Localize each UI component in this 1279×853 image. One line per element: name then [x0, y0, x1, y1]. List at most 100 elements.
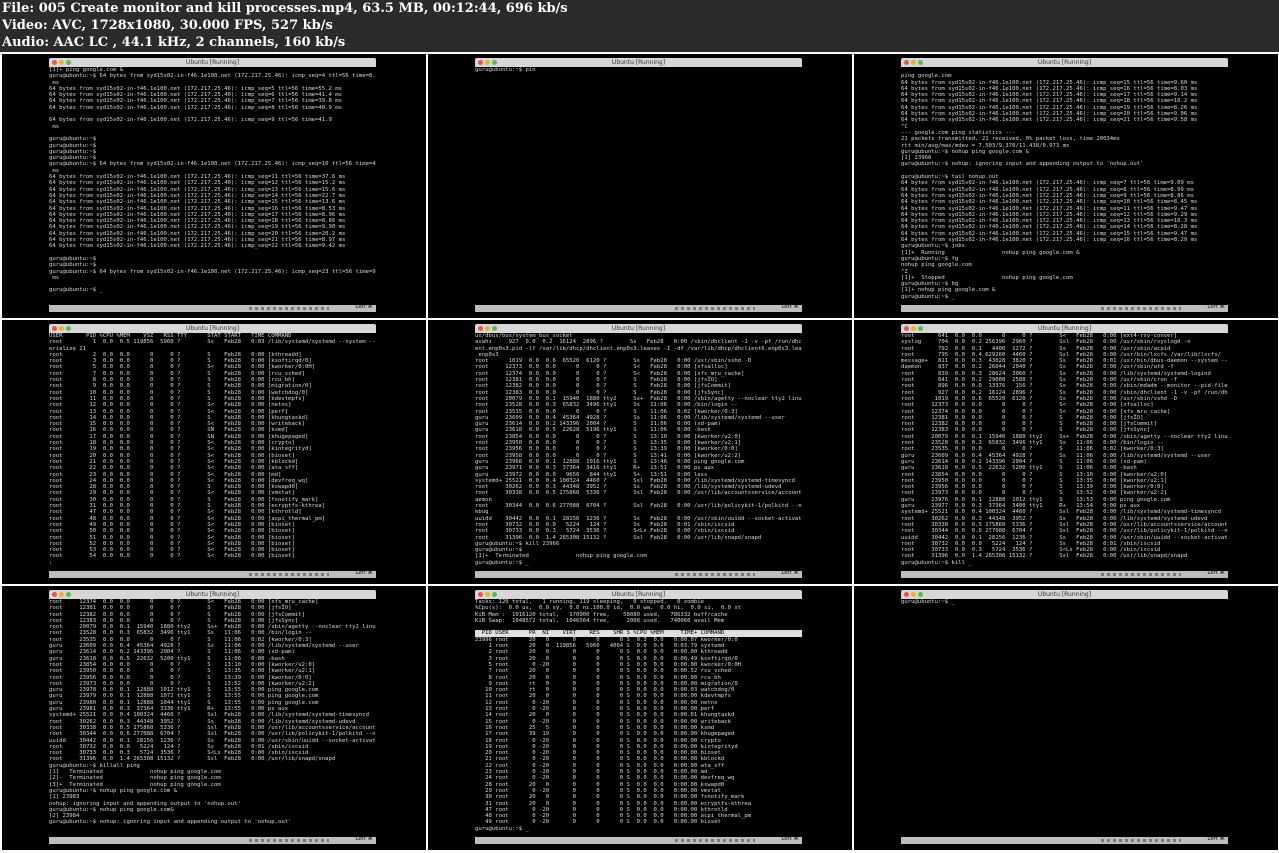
- terminal-line: guru 23609 0.0 0.4 45364 4928 ? Ss 11:06…: [901, 452, 1211, 459]
- terminal-line: guru@ubuntu:~$ _: [475, 559, 529, 566]
- vm-device-icons[interactable]: [249, 573, 329, 576]
- terminal-line: guru@ubuntu:~$ 64 bytes from syd15s02-in…: [49, 161, 376, 168]
- vm-statusbar: Left ⌘: [901, 836, 1228, 844]
- terminal-line: guru@ubuntu:~$ _: [475, 825, 529, 832]
- terminal-line: 64 bytes from syd15s02-in-f46.1e100.net …: [901, 180, 1194, 187]
- terminal-line: syslog 704 0.0 0.2 256396 2960 ? Ssl Feb…: [901, 339, 1191, 346]
- terminal-line: 64 bytes from syd15s02-in-f46.1e100.net …: [49, 224, 346, 231]
- vm-titlebar: Ubuntu [Running]: [901, 590, 1228, 599]
- thumbnail-2[interactable]: Ubuntu [Running] guru@ubuntu:~$ pin Left…: [428, 54, 852, 318]
- vm-titlebar: Ubuntu [Running]: [49, 58, 376, 67]
- terminal-line: 64 bytes from syd15s02-in-f46.1e100.net …: [901, 199, 1198, 206]
- file-info-line: File: 005 Create monitor and kill proces…: [2, 1, 568, 16]
- vm-titlebar: Ubuntu [Running]: [475, 58, 802, 67]
- terminal-output: guru@ubuntu:~$ pin: [475, 67, 802, 73]
- terminal-screen[interactable]: guru@ubuntu:~$ pin: [475, 67, 802, 304]
- terminal-line: guru@ubuntu:~$ _: [901, 293, 955, 300]
- terminal-line: ent.enp0s3.pid -lf /var/lib/dhcp/dhclien…: [475, 345, 802, 352]
- terminal-line: uuidd 30442 0.0 0.1 28156 1236 ? Ss Feb2…: [49, 737, 376, 744]
- terminal-line: root 30338 0.0 0.5 275860 5336 ? Ssl Feb…: [475, 490, 802, 497]
- vm-device-icons[interactable]: [1101, 839, 1181, 842]
- terminal-line: root 30344 0.0 0.6 277088 6704 ? Ssl Feb…: [49, 731, 376, 738]
- terminal-line: 64 bytes from syd15s02-in-f46.1e100.net …: [49, 180, 346, 187]
- terminal-screen[interactable]: ping google.com 64 bytes from syd15s02-in…: [901, 67, 1228, 304]
- terminal-screen[interactable]: [1]+ ping google.com & guru@ubuntu:~$ 64 …: [49, 67, 376, 304]
- terminal-line: 64 bytes from syd15s02-in-f46.1e100.net …: [49, 117, 332, 124]
- host-key-label: Left ⌘: [1207, 836, 1225, 842]
- thumbnail-7[interactable]: Ubuntu [Running] root 12374 0.0 0.0 0 0 …: [2, 586, 426, 850]
- terminal-line: 64 bytes from syd15s02-in-f46.1e100.net …: [901, 205, 1198, 212]
- terminal-line: root 30344 0.0 0.6 277088 6704 ? Ssl Feb…: [475, 503, 802, 510]
- thumbnail-5[interactable]: Ubuntu [Running] us/dbus/bus/system_bus_…: [428, 320, 852, 584]
- vm-statusbar: Left ⌘: [49, 304, 376, 312]
- vm-statusbar: Left ⌘: [475, 304, 802, 312]
- host-key-label: Left ⌘: [781, 304, 799, 310]
- terminal-line: guru@ubuntu:~$ 64 bytes from syd15s02-in…: [49, 73, 376, 80]
- terminal-line: avahi 927 0.0 0.2 16124 2896 ? Ss Feb28 …: [475, 339, 802, 346]
- terminal-output: root 641 0.0 0.0 0 0 ? S< Feb28 0:00 [ex…: [901, 333, 1228, 566]
- terminal-output: ping google.com 64 bytes from syd15s02-in…: [901, 67, 1228, 300]
- terminal-line: guru@ubuntu:~$ kill _: [901, 559, 972, 566]
- vm-device-icons[interactable]: [675, 839, 755, 842]
- vm-title: Ubuntu [Running]: [1037, 325, 1092, 332]
- terminal-screen[interactable]: Tasks: 120 total, 1 running, 119 sleepin…: [475, 599, 802, 836]
- terminal-screen[interactable]: root 12374 0.0 0.0 0 0 ? S< Feb28 0:00 […: [49, 599, 376, 836]
- terminal-line: guru@ubuntu:~$ 64 bytes from syd15s02-in…: [49, 268, 376, 275]
- terminal-line: root 30262 0.0 0.3 44348 3952 ? Ss Feb28…: [49, 718, 356, 725]
- thumbnail-grid: Ubuntu [Running] [1]+ ping google.com & g…: [0, 52, 1279, 853]
- terminal-line: 64 bytes from syd15s02-in-f46.1e100.net …: [49, 205, 346, 212]
- terminal-line: :: [49, 559, 53, 566]
- thumbnail-4[interactable]: Ubuntu [Running] USER PID %CPU %MEM VSZ …: [2, 320, 426, 584]
- terminal-line: systemd+ 25521 0.0 0.4 100324 4460 ? Ssl…: [901, 509, 1221, 516]
- terminal-line: uuidd 30442 0.0 0.1 28156 1236 ? Ss Feb2…: [475, 515, 802, 522]
- terminal-screen[interactable]: USER PID %CPU %MEM VSZ RSS TTY STAT STAR…: [49, 333, 376, 570]
- thumbnail-9[interactable]: Ubuntu [Running] guru@ubuntu:~$ _ Left ⌘: [854, 586, 1278, 850]
- terminal-screen[interactable]: root 641 0.0 0.0 0 0 ? S< Feb28 0:00 [ex…: [901, 333, 1228, 570]
- vm-statusbar: Left ⌘: [49, 836, 376, 844]
- host-key-label: Left ⌘: [355, 304, 373, 310]
- vm-device-icons[interactable]: [1101, 307, 1181, 310]
- vm-statusbar: Left ⌘: [901, 304, 1228, 312]
- vm-titlebar: Ubuntu [Running]: [49, 590, 376, 599]
- vm-device-icons[interactable]: [249, 307, 329, 310]
- host-key-label: Left ⌘: [1207, 304, 1225, 310]
- audio-info-line: Audio: AAC LC , 44.1 kHz, 2 channels, 16…: [2, 35, 346, 50]
- vm-titlebar: Ubuntu [Running]: [475, 324, 802, 333]
- terminal-output: USER PID %CPU %MEM VSZ RSS TTY STAT STAR…: [49, 333, 376, 566]
- vm-statusbar: Left ⌘: [475, 570, 802, 578]
- thumbnail-8[interactable]: Ubuntu [Running] Tasks: 120 total, 1 run…: [428, 586, 852, 850]
- terminal-line: guru@ubuntu:~$ _: [901, 599, 955, 605]
- vm-device-icons[interactable]: [675, 573, 755, 576]
- vm-title: Ubuntu [Running]: [611, 59, 666, 66]
- terminal-line: root 31396 0.0 1.4 265308 15132 ? Ssl Fe…: [901, 553, 1188, 560]
- terminal-line: guru@ubuntu:~$ nohup: ignoring input and…: [49, 819, 292, 826]
- terminal-line: 64 bytes from syd15s02-in-f46.1e100.net …: [901, 79, 1198, 86]
- terminal-output: [1]+ ping google.com & guru@ubuntu:~$ 64 …: [49, 67, 376, 294]
- thumbnail-6[interactable]: Ubuntu [Running] root 641 0.0 0.0 0 0 ? …: [854, 320, 1278, 584]
- terminal-line: 64 bytes from syd15s02-in-f46.1e100.net …: [49, 243, 346, 250]
- vm-title: Ubuntu [Running]: [185, 325, 240, 332]
- vm-device-icons[interactable]: [675, 307, 755, 310]
- vm-statusbar: Left ⌘: [901, 570, 1228, 578]
- vm-titlebar: Ubuntu [Running]: [901, 58, 1228, 67]
- terminal-line: guru@ubuntu:~$ pin: [475, 67, 536, 73]
- vm-device-icons[interactable]: [249, 839, 329, 842]
- vm-statusbar: Left ⌘: [49, 570, 376, 578]
- terminal-screen[interactable]: us/dbus/bus/system_bus_socket avahi 927 0…: [475, 333, 802, 570]
- terminal-screen[interactable]: guru@ubuntu:~$ _: [901, 599, 1228, 836]
- thumbnail-3[interactable]: Ubuntu [Running] ping google.com 64 bytes…: [854, 54, 1278, 318]
- terminal-line: 64 bytes from syd15s02-in-f46.1e100.net …: [901, 224, 1198, 231]
- host-key-label: Left ⌘: [355, 836, 373, 842]
- terminal-line: systemd+ 25521 0.0 0.4 100324 4460 ? Ssl…: [49, 712, 369, 719]
- video-info-header: File: 005 Create monitor and kill proces…: [0, 0, 1279, 52]
- terminal-line: root 1 0.0 0.5 119856 5960 ? Ss Feb28 0:…: [49, 339, 376, 346]
- vm-device-icons[interactable]: [1101, 573, 1181, 576]
- vm-title: Ubuntu [Running]: [1037, 59, 1092, 66]
- terminal-line: 64 bytes from syd15s02-in-f46.1e100.net …: [49, 104, 342, 111]
- terminal-output: guru@ubuntu:~$ _: [901, 599, 1228, 605]
- terminal-output: us/dbus/bus/system_bus_socket avahi 927 0…: [475, 333, 802, 566]
- vm-titlebar: Ubuntu [Running]: [49, 324, 376, 333]
- thumbnail-1[interactable]: Ubuntu [Running] [1]+ ping google.com & g…: [2, 54, 426, 318]
- terminal-line: 64 bytes from syd15s02-in-f46.1e100.net …: [49, 199, 346, 206]
- vm-title: Ubuntu [Running]: [611, 325, 666, 332]
